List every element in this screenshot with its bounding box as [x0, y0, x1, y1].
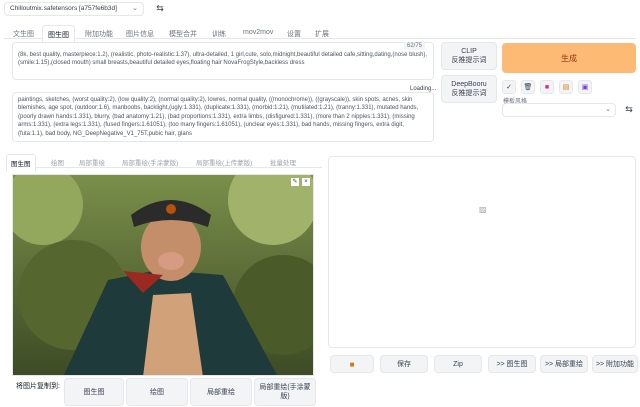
loading-indicator: Loading...: [410, 86, 437, 92]
prompt-input[interactable]: (8k, best quality, masterpiece:1.2), (re…: [12, 42, 434, 80]
close-icon[interactable]: ×: [302, 178, 310, 186]
character-photo: [13, 175, 313, 375]
subtab-img2img[interactable]: 图生图: [6, 154, 36, 172]
deepbooru-interrogate-button[interactable]: DeepBooru 反推提示词: [441, 75, 497, 103]
send-to-inpaint-button[interactable]: >> 局部重绘: [540, 355, 588, 373]
tab-train[interactable]: 训练: [207, 25, 231, 43]
chevron-down-icon: ⌄: [605, 106, 611, 113]
deepbooru-label: DeepBooru: [451, 81, 487, 88]
copy-to-inpaint-sketch-button[interactable]: 局部重绘(手涂蒙版): [254, 378, 316, 406]
token-counter: 62/75: [404, 42, 426, 50]
save-button[interactable]: 保存: [380, 355, 428, 373]
output-gallery: ▨: [328, 156, 636, 348]
negative-prompt-input[interactable]: paintings, sketches, (worst quality:2), …: [12, 92, 434, 142]
tab-extensions[interactable]: 扩展: [310, 25, 334, 43]
folder-icon[interactable]: ■: [330, 355, 374, 373]
copy-to-label: 将图片复制到:: [16, 383, 60, 390]
tab-txt2img[interactable]: 文生图: [8, 25, 39, 43]
negative-prompt-text: paintings, sketches, (worst quality:2), …: [18, 97, 419, 137]
check-icon[interactable]: ✓: [502, 80, 516, 94]
clip-sublabel: 反推提示词: [451, 57, 487, 64]
copy-to-sketch-button[interactable]: 绘图: [126, 378, 188, 406]
subtab-inpaint[interactable]: 局部重绘: [79, 157, 105, 167]
copy-to-inpaint-button[interactable]: 局部重绘: [190, 378, 252, 406]
trash-icon[interactable]: 🗑: [521, 80, 535, 94]
subtab-inpaint-upload[interactable]: 局部重绘(上传蒙版): [196, 157, 252, 167]
style-select[interactable]: ⌄: [502, 103, 616, 117]
save-icon[interactable]: ▣: [578, 80, 592, 94]
book-icon[interactable]: ■: [540, 80, 554, 94]
clip-label: CLIP: [461, 48, 477, 55]
image-placeholder-icon: ▨: [479, 205, 487, 214]
checkpoint-select[interactable]: Chilloutmix.safetensors [a757fe6b3d] ⌄: [4, 2, 144, 16]
input-image[interactable]: ✎ ×: [12, 174, 314, 376]
subtab-batch[interactable]: 批量处理: [270, 157, 296, 167]
refresh-styles-icon[interactable]: ⇆: [623, 104, 635, 116]
deepbooru-sublabel: 反推提示词: [451, 90, 487, 97]
tab-merge[interactable]: 模型合并: [164, 25, 202, 43]
tab-png-info[interactable]: 图片信息: [121, 25, 159, 43]
swap-icon[interactable]: ⇆: [154, 3, 166, 15]
tab-mov2mov[interactable]: mov2mov: [238, 25, 278, 40]
tab-settings[interactable]: 设置: [282, 25, 306, 43]
copy-to-img2img-button[interactable]: 图生图: [64, 378, 124, 406]
checkpoint-value: Chilloutmix.safetensors [a757fe6b3d]: [10, 5, 117, 12]
img2img-subtabs: 图生图 绘图 局部重绘 局部重绘(手涂蒙版) 局部重绘(上传蒙版) 批量处理: [6, 154, 322, 172]
edit-icon[interactable]: ✎: [291, 178, 299, 186]
subtab-inpaint-sketch[interactable]: 局部重绘(手涂蒙版): [122, 157, 178, 167]
send-to-img2img-button[interactable]: >> 图生图: [488, 355, 536, 373]
chevron-down-icon: ⌄: [132, 5, 138, 12]
tab-extras[interactable]: 附加功能: [80, 25, 118, 43]
clipboard-icon[interactable]: ▤: [559, 80, 573, 94]
generate-button[interactable]: 生成: [502, 43, 636, 73]
main-tabs: 文生图 图生图 附加功能 图片信息 模型合并 训练 mov2mov 设置 扩展: [4, 25, 636, 45]
clip-interrogate-button[interactable]: CLIP 反推提示词: [441, 42, 497, 70]
subtab-sketch[interactable]: 绘图: [51, 157, 64, 167]
send-to-extras-button[interactable]: >> 附加功能: [592, 355, 638, 373]
zip-button[interactable]: Zip: [434, 355, 482, 373]
prompt-text: (8k, best quality, masterpiece:1.2), (re…: [18, 52, 428, 67]
